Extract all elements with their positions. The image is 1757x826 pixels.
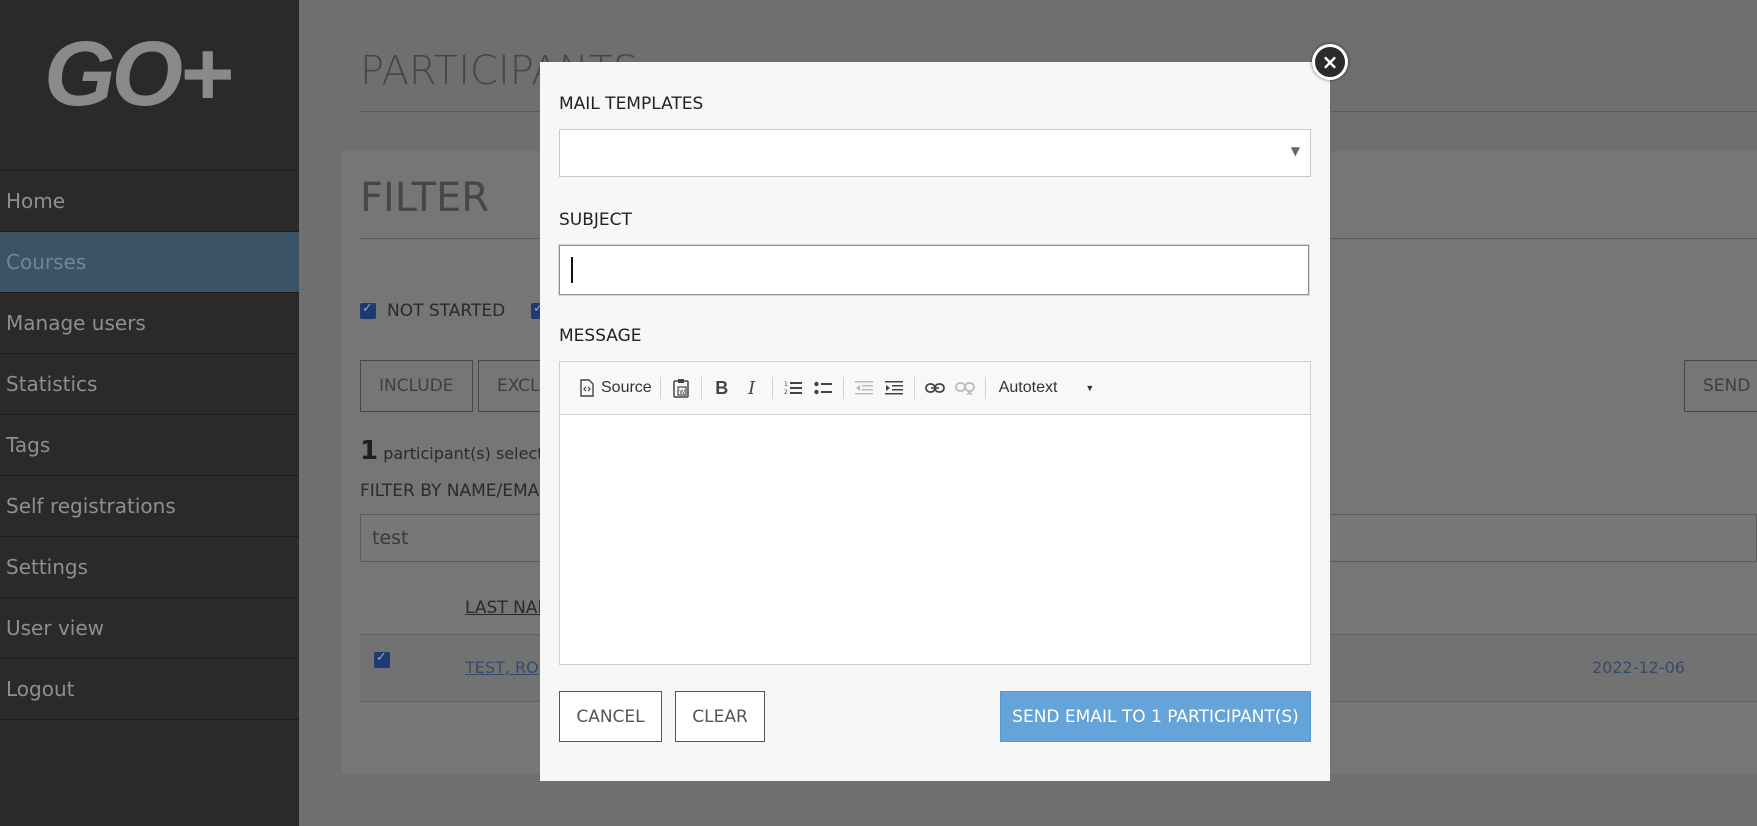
autotext-label: Autotext bbox=[998, 379, 1058, 396]
sidebar-item-manage-users[interactable]: Manage users bbox=[0, 293, 299, 354]
sidebar-nav: Home Courses Manage users Statistics Tag… bbox=[0, 170, 299, 720]
selected-text: participant(s) selected bbox=[383, 444, 564, 463]
cancel-button[interactable]: CANCEL bbox=[559, 691, 662, 742]
message-editor: Source W B I 12 Autotext ▼ bbox=[559, 361, 1311, 665]
subject-label: SUBJECT bbox=[559, 210, 632, 230]
selected-summary: 1 participant(s) selected bbox=[360, 436, 564, 466]
clear-button[interactable]: CLEAR bbox=[675, 691, 765, 742]
toolbar-separator bbox=[984, 377, 986, 399]
toolbar-separator bbox=[771, 377, 773, 399]
close-icon[interactable]: × bbox=[1312, 44, 1348, 80]
row-date: 2022-12-06 bbox=[1592, 658, 1685, 677]
send-email-button-modal[interactable]: SEND EMAIL TO 1 PARTICIPANT(S) bbox=[1000, 691, 1311, 742]
filter-title: FILTER bbox=[360, 175, 490, 221]
column-header-last-name[interactable]: LAST NAME bbox=[465, 598, 545, 618]
logo: GO+ bbox=[44, 23, 233, 125]
sidebar: GO+ Home Courses Manage users Statistics… bbox=[0, 0, 299, 826]
editor-toolbar: Source W B I 12 Autotext ▼ bbox=[560, 362, 1310, 415]
toolbar-separator bbox=[659, 377, 661, 399]
sidebar-item-statistics[interactable]: Statistics bbox=[0, 354, 299, 415]
mail-templates-label: MAIL TEMPLATES bbox=[559, 94, 704, 114]
numbered-list-icon: 12 bbox=[784, 381, 802, 396]
autotext-dropdown[interactable]: Autotext ▼ bbox=[991, 373, 1098, 403]
toolbar-separator bbox=[842, 377, 844, 399]
svg-text:2: 2 bbox=[784, 389, 788, 396]
sidebar-item-courses[interactable]: Courses bbox=[0, 232, 299, 293]
increase-indent-button[interactable] bbox=[879, 373, 909, 403]
decrease-indent-button[interactable] bbox=[849, 373, 879, 403]
chevron-down-icon: ▼ bbox=[1085, 383, 1095, 393]
sidebar-item-logout[interactable]: Logout bbox=[0, 659, 299, 720]
row-checkbox[interactable] bbox=[374, 650, 390, 668]
sidebar-item-home[interactable]: Home bbox=[0, 171, 299, 232]
svg-text:W: W bbox=[679, 389, 685, 396]
svg-text:1: 1 bbox=[784, 381, 788, 388]
paste-from-word-button[interactable]: W bbox=[666, 373, 696, 403]
sidebar-item-settings[interactable]: Settings bbox=[0, 537, 299, 598]
selected-count: 1 bbox=[360, 436, 379, 466]
text-caret bbox=[571, 257, 573, 283]
filter-label: FILTER BY NAME/EMAIL bbox=[360, 481, 540, 501]
include-button[interactable]: INCLUDE bbox=[360, 360, 473, 412]
indent-icon bbox=[884, 381, 903, 395]
outdent-icon bbox=[854, 381, 873, 395]
sidebar-item-user-view[interactable]: User view bbox=[0, 598, 299, 659]
numbered-list-button[interactable]: 12 bbox=[778, 373, 808, 403]
paste-icon: W bbox=[672, 379, 689, 398]
dropdown-arrow-icon: ▼ bbox=[1290, 144, 1300, 158]
not-started-label: NOT STARTED bbox=[387, 301, 506, 321]
subject-input[interactable] bbox=[558, 244, 1310, 296]
bulleted-list-button[interactable] bbox=[808, 373, 838, 403]
sidebar-item-tags[interactable]: Tags bbox=[0, 415, 299, 476]
source-button[interactable]: Source bbox=[576, 373, 655, 403]
link-icon bbox=[924, 383, 945, 393]
exclude-button[interactable]: EXCLUDE bbox=[478, 360, 548, 412]
toolbar-separator bbox=[913, 377, 915, 399]
send-email-modal: MAIL TEMPLATES ▼ SUBJECT MESSAGE Source … bbox=[540, 62, 1330, 781]
toolbar-separator bbox=[700, 377, 702, 399]
bold-button[interactable]: B bbox=[707, 373, 737, 403]
not-started-checkbox[interactable] bbox=[360, 301, 376, 319]
send-email-button[interactable]: SEND E bbox=[1684, 360, 1757, 412]
mail-templates-select[interactable]: ▼ bbox=[559, 129, 1311, 177]
italic-button[interactable]: I bbox=[737, 373, 767, 403]
link-button[interactable] bbox=[920, 373, 950, 403]
message-body[interactable] bbox=[560, 415, 1310, 664]
sidebar-item-self-registrations[interactable]: Self registrations bbox=[0, 476, 299, 537]
unlink-button[interactable] bbox=[950, 373, 980, 403]
bulleted-list-icon bbox=[814, 381, 832, 395]
unlink-icon bbox=[954, 382, 975, 395]
message-label: MESSAGE bbox=[559, 326, 642, 346]
source-label: Source bbox=[601, 379, 652, 396]
source-icon bbox=[580, 379, 594, 397]
participant-name-link[interactable]: TEST, RO bbox=[465, 658, 545, 677]
